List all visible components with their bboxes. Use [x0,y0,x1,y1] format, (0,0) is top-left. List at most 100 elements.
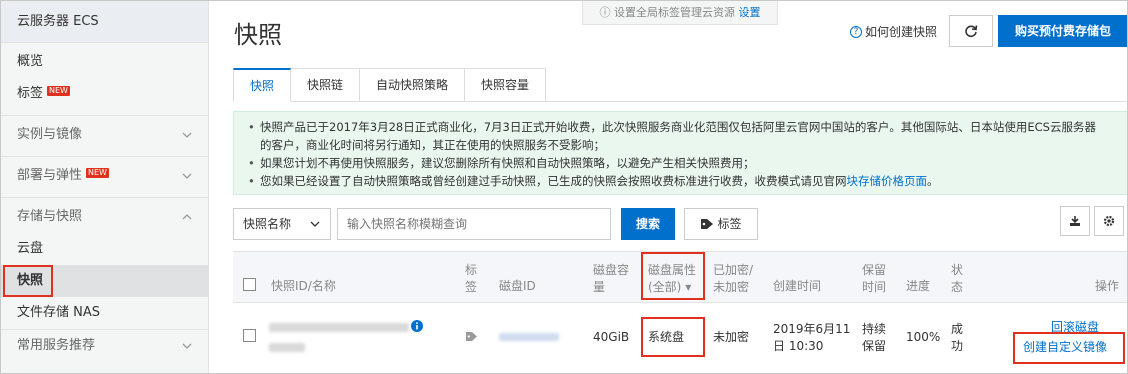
sidebar-item-nas[interactable]: 文件存储 NAS [1,297,208,329]
select-all-checkbox[interactable] [243,278,256,291]
search-field-select[interactable]: 快照名称 [233,208,331,240]
tag-filter-button[interactable]: 标签 [684,208,758,240]
row-checkbox[interactable] [243,329,256,342]
bullet: • [248,174,255,188]
tag-icon [701,219,714,229]
redacted-snapshot-name [269,343,305,352]
cell-text: 日 10:30 [773,339,824,353]
tab-auto-snapshot-policy[interactable]: 自动快照策略 [360,68,466,102]
header-text: 态 [951,280,964,294]
sidebar-item-cloud-disk[interactable]: 云盘 [1,233,208,265]
new-badge: NEW [47,86,70,96]
global-tip-text: 设置全局标签管理云资源 [614,6,735,19]
sidebar-item-overview[interactable]: 概览 [1,46,208,78]
tab-snapshots[interactable]: 快照 [233,68,292,102]
sidebar-divider [1,115,208,116]
info-icon[interactable] [411,320,423,332]
header-text: 磁盘容 [593,263,630,277]
sidebar-item-label: 实例与镜像 [17,127,83,142]
notice-text: 的客户，商业化时间将另行通知，其正在使用的快照服务不受影响； [260,138,605,152]
sidebar-item-label: 云盘 [17,241,44,256]
cell-text: 保留 [862,339,887,353]
notice-text: 如果您计划不再使用快照服务，建议您删除所有快照和自动快照策略，以避免产生相关快照… [260,156,755,170]
page-title: 快照 [234,21,282,49]
gear-icon [1103,215,1115,227]
refresh-icon [965,25,978,38]
sidebar-title: 云服务器 ECS [1,1,208,43]
header-text: 时间 [862,280,887,294]
question-icon: ? [850,25,862,38]
tag-icon[interactable] [465,331,478,342]
progress: 100% [906,330,941,344]
table-header: 快照ID/名称 标 签 磁盘ID 磁盘容 量 磁盘属性 (全部) ▾ 已加密/ … [233,251,1127,303]
bullet: • [248,156,255,170]
sidebar-item-label: 常用服务推荐 [17,338,96,353]
chevron-down-icon [182,132,192,138]
export-button[interactable] [1060,206,1090,236]
sidebar-group-recommended-services[interactable]: 常用服务推荐 [1,330,208,362]
search-input[interactable] [337,208,611,240]
sidebar-divider [1,156,208,157]
select-value: 快照名称 [243,217,292,231]
table-row: 40GiB 系统盘 未加密 2019年6月11 日 10:30 持续 保留 10… [233,303,1127,373]
col-created-time: 创建时间 [773,279,822,293]
header-text: 状 [951,263,964,277]
info-icon: ⓘ [599,6,611,19]
sidebar-group-instances-images[interactable]: 实例与镜像 [1,119,208,151]
tab-snapshot-capacity[interactable]: 快照容量 [465,68,547,102]
header-text: 保留 [862,263,887,277]
chevron-down-icon [182,173,192,179]
notice-banner: • 快照产品已于2017年3月28日正式商业化，7月3日正式开始收费，此次快照服… [233,111,1127,195]
sidebar-item-label: 标签 [17,86,44,101]
refresh-button[interactable] [949,15,993,47]
sidebar: 云服务器 ECS 概览 标签 NEW 实例与镜像 部署与弹性 NEW 存储与快照 云… [1,1,209,373]
retention-time: 持续 保留 [862,321,886,355]
sidebar-item-label: 概览 [17,54,44,69]
header-text: 未加密 [713,280,750,294]
block-storage-pricing-link[interactable]: 块存储价格页面 [847,174,928,188]
tag-button-label: 标签 [717,217,742,231]
encryption-status: 未加密 [713,330,750,344]
redacted-snapshot-id [269,323,409,332]
col-disk-id: 磁盘ID [499,279,536,293]
cell-text: 持续 [862,322,887,336]
buy-prepaid-storage-button[interactable]: 购买预付费存储包 [998,15,1127,47]
highlight-box [3,265,53,297]
export-icon [1070,216,1080,226]
sidebar-group-storage-snapshots[interactable]: 存储与快照 [1,201,208,233]
notice-text: 。 [927,174,939,188]
sidebar-item-label: 部署与弹性 [17,168,83,183]
cell-text: 功 [951,339,964,353]
search-button[interactable]: 搜索 [621,208,675,240]
sidebar-item-label: 存储与快照 [17,209,83,224]
notice-line: 的客户，商业化时间将另行通知，其正在使用的快照服务不受影响； [260,136,1116,154]
global-tag-tip: ⓘ 设置全局标签管理云资源 设置 [582,1,778,25]
bullet: • [248,120,255,134]
notice-line: • 如果您计划不再使用快照服务，建议您删除所有快照和自动快照策略，以避免产生相关… [248,154,1116,172]
tab-snapshot-chain[interactable]: 快照链 [291,68,361,102]
sidebar-item-snapshots[interactable]: 快照 [1,265,208,297]
col-actions: 操作 [1095,279,1120,293]
create-custom-image-link[interactable]: 创建自定义镜像 [1023,339,1107,356]
sidebar-group-deployment-elasticity[interactable]: 部署与弹性 NEW [1,160,208,192]
settings-button[interactable] [1094,206,1124,236]
col-status: 状 态 [951,262,963,296]
created-time: 2019年6月11 日 10:30 [773,321,850,355]
redacted-disk-id [499,333,559,341]
how-to-create-snapshot-link[interactable]: ? 如何创建快照 [850,23,937,40]
col-retention-time: 保留 时间 [862,262,886,296]
col-progress: 进度 [906,279,931,293]
chevron-down-icon [310,221,320,227]
chevron-down-icon [182,343,192,349]
header-text: 已加密/ [713,263,754,277]
sidebar-divider [1,197,208,198]
sidebar-item-tags[interactable]: 标签 NEW [1,78,208,110]
header-text: 量 [593,280,606,294]
global-tip-settings-link[interactable]: 设置 [739,6,761,19]
app-frame: 云服务器 ECS 概览 标签 NEW 实例与镜像 部署与弹性 NEW 存储与快照 云… [0,0,1128,374]
col-tag: 标 签 [465,262,477,296]
notice-text: 您如果已经设置了自动快照策略或曾经创建过手动快照，已生成的快照会按照收费标准进行… [260,174,847,188]
highlight-box [641,317,705,357]
col-disk-capacity: 磁盘容 量 [593,262,629,296]
col-encrypted: 已加密/ 未加密 [713,262,753,296]
